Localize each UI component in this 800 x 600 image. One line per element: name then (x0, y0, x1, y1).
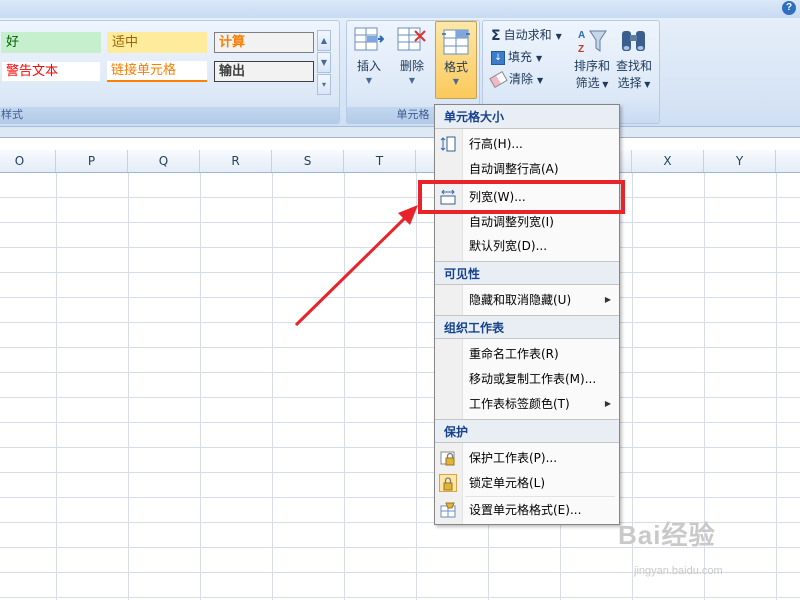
svg-text:Z: Z (578, 44, 584, 55)
sort-dropdown-icon: ▼ (599, 80, 609, 89)
col-header-q[interactable]: Q (128, 150, 200, 172)
delete-button[interactable]: 删除 ▼ (392, 21, 432, 99)
sort-label-2: 筛选 ▼ (575, 76, 609, 90)
gallery-more-icon[interactable]: ▾ (317, 74, 331, 95)
style-linked-cell[interactable]: 链接单元格 (107, 61, 207, 82)
default-width-label: 默认列宽(D)... (469, 239, 548, 253)
menu-item-rename-sheet[interactable]: 重命名工作表(R) (435, 342, 619, 366)
watermark-logo: Bai经验 (618, 520, 716, 550)
lock-icon (439, 474, 457, 492)
protect-sheet-label: 保护工作表(P)... (469, 451, 558, 465)
sigma-icon: Σ (491, 27, 501, 44)
watermark-url: jingyan.baidu.com (634, 565, 723, 577)
col-header-s[interactable]: S (272, 150, 344, 172)
title-bar: ? (0, 0, 800, 18)
style-good[interactable]: 好 (1, 32, 101, 53)
fill-label: 填充 (508, 50, 533, 64)
svg-text:A: A (578, 30, 585, 41)
row-height-icon (440, 136, 456, 152)
insert-button[interactable]: 插入 ▼ (349, 21, 389, 99)
styles-group-label: 样式 (0, 107, 339, 123)
autofit-row-label: 自动调整行高(A) (469, 162, 559, 176)
format-cells-menu-icon (440, 502, 456, 518)
sort-label: 排序和 (573, 59, 610, 73)
lock-cell-label: 锁定单元格(L) (469, 476, 546, 490)
menu-separator (465, 496, 615, 497)
delete-label: 删除 (399, 59, 424, 73)
insert-cells-icon (354, 27, 384, 51)
submenu-arrow-icon: ▶ (604, 295, 611, 304)
clear-label: 清除 (509, 72, 534, 86)
menu-item-format-cells[interactable]: 设置单元格格式(E)... (435, 498, 619, 522)
binoculars-icon (622, 31, 645, 51)
find-label-2: 选择 ▼ (617, 76, 651, 90)
sort-filter-icon: A Z (578, 30, 607, 55)
column-headers: O P Q R S T U V W X Y (0, 150, 800, 173)
autosum-label: 自动求和 (503, 28, 552, 42)
find-dropdown-icon: ▼ (641, 80, 651, 89)
style-warning-text[interactable]: 警告文本 (1, 61, 101, 82)
fill-button[interactable]: ↓ 填充 ▼ (491, 47, 542, 67)
style-output[interactable]: 输出 (214, 61, 314, 82)
autosum-button[interactable]: Σ 自动求和 ▼ (491, 25, 562, 45)
menu-item-row-height[interactable]: 行高(H)... (435, 132, 619, 156)
format-dropdown-menu: 单元格大小 行高(H)... 自动调整行高(A) 列宽(W)... 自动调整列宽… (434, 104, 620, 525)
eraser-icon (489, 70, 508, 89)
find-select-button[interactable]: 查找和 选择 ▼ (613, 21, 655, 99)
row-height-label: 行高(H)... (469, 137, 523, 151)
fill-down-icon: ↓ (491, 50, 505, 65)
menu-item-lock-cell[interactable]: 锁定单元格(L) (435, 471, 619, 495)
style-neutral[interactable]: 适中 (107, 32, 207, 53)
formula-bar-strip (0, 127, 800, 138)
rename-sheet-label: 重命名工作表(R) (469, 347, 559, 361)
col-header-t[interactable]: T (344, 150, 416, 172)
hide-unhide-label: 隐藏和取消隐藏(U) (469, 293, 572, 307)
format-button[interactable]: 格式 ▼ (435, 21, 477, 99)
ribbon: 好 适中 计算 警告文本 链接单元格 输出 ▲ ▼ ▾ 样式 插入 ▼ 删除 ▼… (0, 18, 800, 127)
gallery-scroll: ▲ ▼ ▾ (317, 30, 331, 95)
help-icon[interactable]: ? (782, 1, 796, 15)
baidu-jingyan-watermark: Bai经验 jingyan.baidu.com (618, 515, 723, 577)
menu-item-hide-unhide[interactable]: 隐藏和取消隐藏(U) ▶ (435, 288, 619, 312)
clear-button[interactable]: 清除 ▼ (489, 69, 544, 89)
style-calculation[interactable]: 计算 (214, 32, 314, 53)
fill-dropdown-icon: ▼ (536, 54, 543, 63)
menu-section-protection: 保护 (435, 419, 619, 443)
clear-dropdown-icon: ▼ (537, 76, 544, 85)
menu-item-move-copy[interactable]: 移动或复制工作表(M)... (435, 367, 619, 391)
insert-label: 插入 (356, 59, 381, 73)
format-cells-label: 设置单元格格式(E)... (469, 503, 582, 517)
sort-filter-button[interactable]: A Z 排序和 筛选 ▼ (571, 21, 613, 99)
col-header-o[interactable]: O (0, 150, 56, 172)
tab-color-label: 工作表标签颜色(T) (469, 397, 570, 411)
protect-sheet-icon (440, 451, 455, 466)
menu-section-organize: 组织工作表 (435, 315, 619, 339)
format-label: 格式 (443, 60, 468, 74)
menu-item-protect-sheet[interactable]: 保护工作表(P)... (435, 446, 619, 470)
col-header-p[interactable]: P (56, 150, 128, 172)
col-header-x[interactable]: X (632, 150, 704, 172)
delete-dropdown-icon: ▼ (408, 76, 416, 85)
format-dropdown-icon: ▼ (452, 77, 460, 86)
highlight-box (418, 180, 625, 214)
delete-cells-icon (397, 27, 426, 51)
move-copy-label: 移动或复制工作表(M)... (469, 372, 597, 386)
styles-group: 好 适中 计算 警告文本 链接单元格 输出 ▲ ▼ ▾ 样式 (0, 20, 340, 124)
menu-item-default-width[interactable]: 默认列宽(D)... (435, 234, 619, 258)
menu-item-tab-color[interactable]: 工作表标签颜色(T) ▶ (435, 392, 619, 416)
menu-section-cell-size: 单元格大小 (435, 105, 619, 129)
menu-item-autofit-row[interactable]: 自动调整行高(A) (435, 157, 619, 181)
col-header-y[interactable]: Y (704, 150, 776, 172)
menu-section-visibility: 可见性 (435, 261, 619, 285)
find-label: 查找和 (615, 59, 652, 73)
insert-dropdown-icon: ▼ (365, 76, 373, 85)
gallery-up-icon[interactable]: ▲ (317, 30, 331, 51)
gallery-down-icon[interactable]: ▼ (317, 52, 331, 73)
autosum-dropdown-icon: ▼ (555, 32, 562, 41)
col-header-r[interactable]: R (200, 150, 272, 172)
format-cells-icon (442, 29, 470, 55)
submenu-arrow-icon: ▶ (604, 399, 611, 408)
